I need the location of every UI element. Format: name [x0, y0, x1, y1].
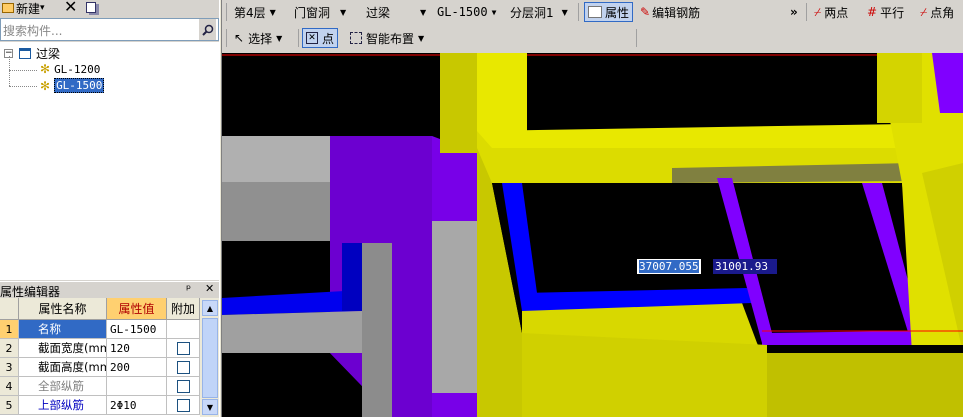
parallel-button[interactable]: # 平行 — [867, 2, 904, 22]
point-angle-icon: ⌿ — [920, 4, 928, 19]
properties-button[interactable]: 属性 — [584, 2, 634, 22]
prop-name[interactable]: 名称 — [19, 320, 107, 339]
attach-checkbox[interactable] — [176, 398, 190, 412]
component-panel: 新建 ▾ ✕ 搜索构件... − 过梁 ✻ GL-1200 ✻ GL-1500 — [0, 0, 221, 417]
main-toolbar: 第4层 ▼ 门窗洞 ▼ 过梁 ▼ GL-1500 ▼ 分层洞1 ▼ 属性 ✎ 编辑钢筋 »… — [222, 0, 963, 52]
select-button[interactable]: ↖ 选择 ▼ — [234, 28, 282, 48]
prop-extra — [167, 320, 200, 339]
scroll-up-icon[interactable]: ▲ — [202, 300, 218, 316]
chevron-down-icon: ▼ — [276, 33, 283, 43]
property-grid: 属性名称 属性值 附加 1 名称 GL-1500 2 截面宽度(mm 120 3… — [0, 298, 200, 417]
coord-x-input[interactable]: 37007.055 — [636, 258, 702, 275]
attach-checkbox[interactable] — [176, 379, 190, 393]
prop-value[interactable]: 2Φ10 — [107, 396, 167, 415]
new-button[interactable]: 新建 ▾ — [2, 0, 45, 16]
point-button[interactable]: ✕ 点 — [302, 28, 339, 48]
cursor-icon: ↖ — [234, 31, 245, 45]
close-icon[interactable]: ✕ — [205, 282, 214, 295]
scroll-down-icon[interactable]: ▼ — [202, 399, 218, 415]
header-value: 属性值 — [107, 298, 167, 320]
delete-icon[interactable]: ✕ — [64, 0, 77, 16]
component-tree: − 过梁 ✻ GL-1200 ✻ GL-1500 — [0, 42, 219, 280]
property-scrollbar[interactable]: ▲ ▼ — [200, 298, 221, 417]
3d-scene[interactable] — [222, 53, 963, 417]
type-dropdown[interactable]: 过梁 ▼ — [366, 2, 426, 22]
beam-icon — [19, 48, 31, 59]
point-icon: ✕ — [306, 32, 318, 44]
3d-viewport[interactable]: 37007.055 31001.93 — [222, 53, 963, 417]
pencil-icon: ✎ — [640, 5, 651, 19]
prop-value[interactable]: 200 — [107, 358, 167, 377]
component-dropdown[interactable]: GL-1500 ▼ — [437, 2, 496, 22]
property-editor-titlebar: 属性编辑器 ᵖ ✕ — [0, 281, 221, 299]
prop-name[interactable]: 上部纵筋 — [19, 396, 107, 415]
chevron-down-icon: ▼ — [491, 7, 497, 17]
parallel-icon: # — [867, 5, 878, 19]
row-number: 3 — [0, 358, 19, 377]
search-icon[interactable] — [199, 19, 216, 40]
row-number: 5 — [0, 396, 19, 415]
copy-icon[interactable] — [86, 0, 96, 14]
two-point-icon: ⌿ — [814, 4, 822, 19]
prop-extra — [167, 396, 200, 415]
row-number: 1 — [0, 320, 19, 339]
scroll-thumb[interactable] — [202, 318, 218, 398]
tree-item-selected[interactable]: ✻ GL-1500 — [40, 78, 105, 93]
chevron-down-icon: ▼ — [420, 7, 427, 17]
prop-name[interactable]: 全部纵筋 — [19, 377, 107, 396]
pin-icon[interactable]: ᵖ — [186, 282, 191, 296]
header-extra: 附加 — [167, 298, 200, 320]
coord-y-input[interactable]: 31001.93 — [713, 259, 777, 274]
point-angle-button[interactable]: ⌿ 点角 — [920, 2, 954, 22]
tree-item[interactable]: ✻ GL-1200 — [40, 62, 100, 76]
prop-extra — [167, 377, 200, 396]
gear-icon: ✻ — [40, 62, 51, 76]
smart-place-icon — [350, 32, 362, 44]
properties-icon — [588, 6, 602, 18]
gear-icon: ✻ — [40, 78, 51, 93]
smart-place-button[interactable]: 智能布置 ▼ — [350, 28, 424, 48]
attach-checkbox[interactable] — [176, 360, 190, 374]
prop-name[interactable]: 截面高度(mm — [19, 358, 107, 377]
new-icon — [2, 3, 14, 13]
layer-dropdown[interactable]: 分层洞1 ▼ — [510, 2, 568, 22]
chevron-down-icon: ▼ — [418, 33, 425, 43]
chevron-down-icon: ▼ — [340, 7, 347, 17]
prop-value[interactable] — [107, 377, 167, 396]
tree-root[interactable]: − 过梁 — [4, 45, 60, 62]
two-point-button[interactable]: ⌿ 两点 — [814, 2, 848, 22]
search-input[interactable]: 搜索构件... — [0, 18, 219, 41]
prop-value[interactable]: GL-1500 — [107, 320, 167, 339]
prop-name[interactable]: 截面宽度(mm — [19, 339, 107, 358]
prop-extra — [167, 339, 200, 358]
edit-rebar-button[interactable]: ✎ 编辑钢筋 — [640, 2, 700, 22]
prop-value[interactable]: 120 — [107, 339, 167, 358]
row-number: 2 — [0, 339, 19, 358]
category-dropdown[interactable]: 门窗洞 ▼ — [294, 2, 346, 22]
header-name: 属性名称 — [19, 298, 107, 320]
prop-extra — [167, 358, 200, 377]
chevron-down-icon: ▼ — [561, 7, 568, 17]
chevron-down-icon: ▼ — [269, 7, 276, 17]
toolbar-overflow[interactable]: » — [790, 2, 798, 22]
attach-checkbox[interactable] — [176, 341, 190, 355]
row-number: 4 — [0, 377, 19, 396]
floor-dropdown[interactable]: 第4层 ▼ — [234, 2, 276, 22]
header-rownum — [0, 298, 19, 320]
